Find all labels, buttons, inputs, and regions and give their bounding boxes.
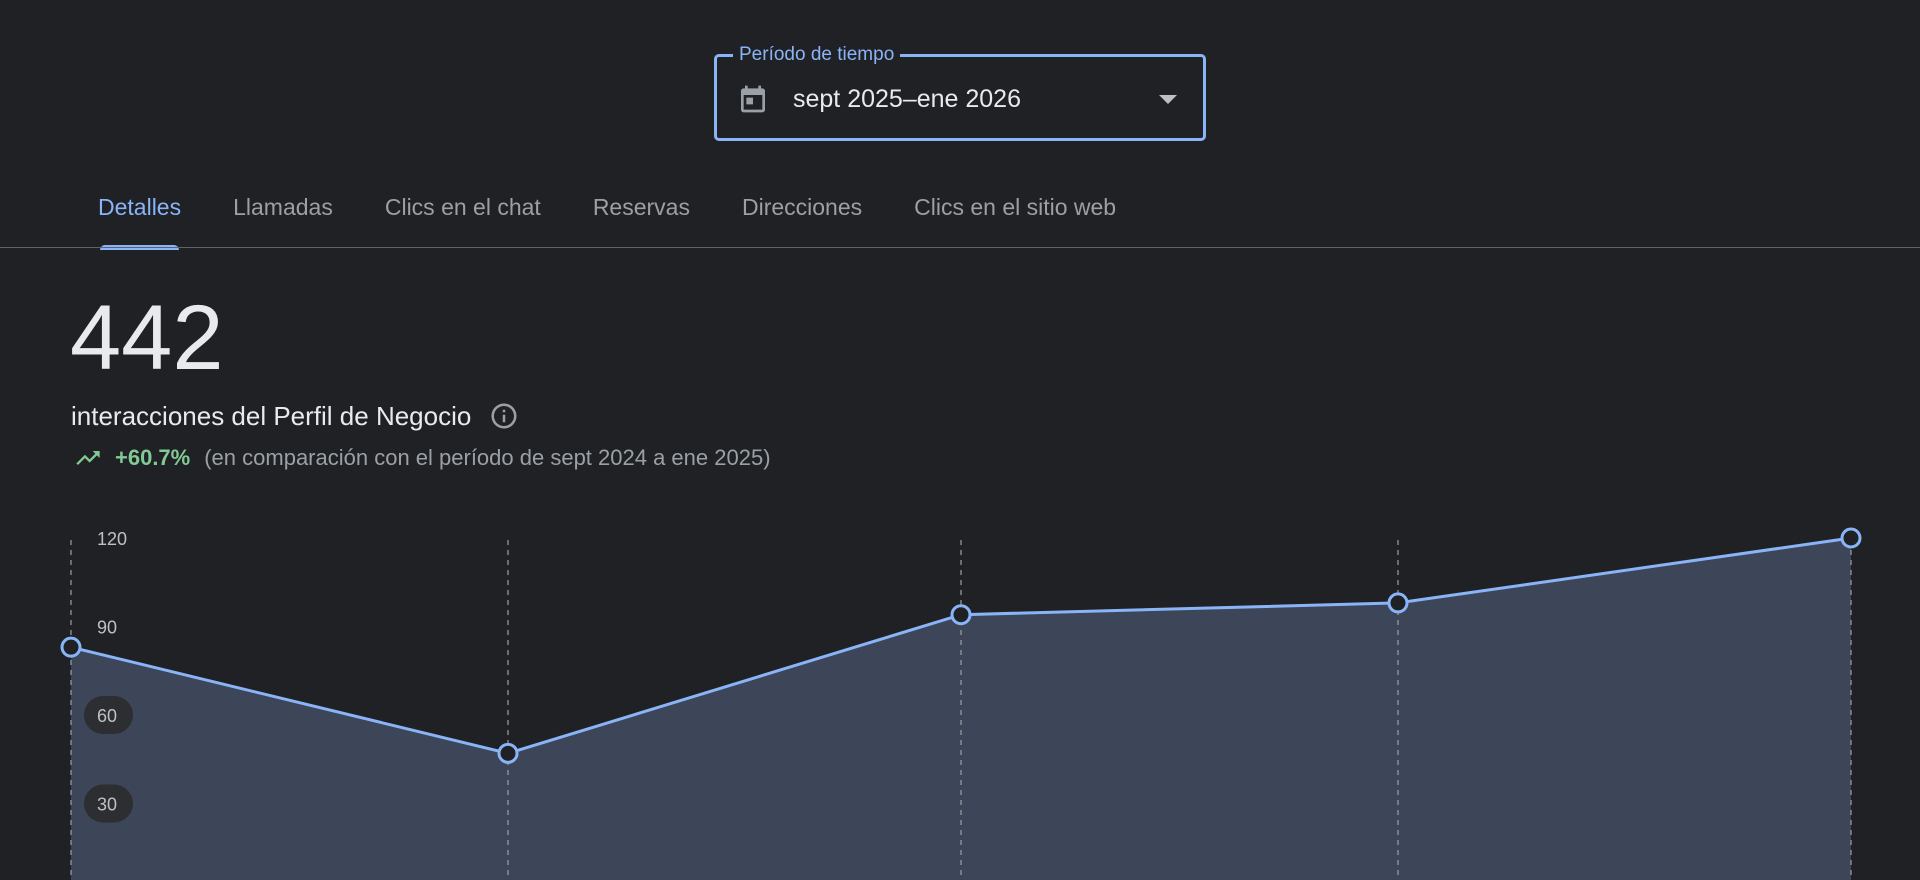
change-percentage: +60.7% xyxy=(115,445,191,470)
tab-detalles[interactable]: Detalles xyxy=(72,176,207,250)
comparison-text: (en comparación con el período de sept 2… xyxy=(204,445,771,470)
info-icon[interactable] xyxy=(489,401,519,431)
tab-divider xyxy=(0,247,1920,248)
y-tick-label-90: 90 xyxy=(97,618,117,638)
total-interactions: 442 xyxy=(70,287,224,389)
data-point-3 xyxy=(1387,592,1409,614)
metric-label: interacciones del Perfil de Negocio xyxy=(71,401,472,431)
area-fill xyxy=(71,538,1851,880)
trending-up-icon xyxy=(76,451,100,465)
tab-reservas[interactable]: Reservas xyxy=(567,176,716,248)
period-selector-value: sept 2025–ene 2026 xyxy=(793,85,1021,113)
tab-clics-sitio-web[interactable]: Clics en el sitio web xyxy=(888,176,1142,248)
tab-llamadas[interactable]: Llamadas xyxy=(207,176,359,248)
chevron-down-icon xyxy=(1159,95,1177,104)
data-point-2 xyxy=(950,604,972,626)
tab-clics-chat[interactable]: Clics en el chat xyxy=(359,176,567,248)
tab-direcciones[interactable]: Direcciones xyxy=(716,176,888,248)
page: Período de tiempo sept 2025–ene 2026 Det… xyxy=(0,0,1920,880)
period-selector-label: Período de tiempo xyxy=(733,44,901,66)
period-selector[interactable]: Período de tiempo sept 2025–ene 2026 xyxy=(714,44,1206,141)
data-point-4 xyxy=(1840,527,1862,549)
data-point-1 xyxy=(497,742,519,764)
y-tick-label-60: 60 xyxy=(97,706,117,726)
y-tick-label-120: 120 xyxy=(97,529,127,549)
calendar-icon xyxy=(741,85,765,113)
tab-bar: Detalles Llamadas Clics en el chat Reser… xyxy=(72,176,1142,250)
data-point-0 xyxy=(60,636,82,658)
trend-row: +60.7% (en comparación con el período de… xyxy=(73,444,771,472)
y-tick-label-30: 30 xyxy=(97,795,117,815)
interactions-chart: 120 90 60 30 xyxy=(60,527,1862,880)
